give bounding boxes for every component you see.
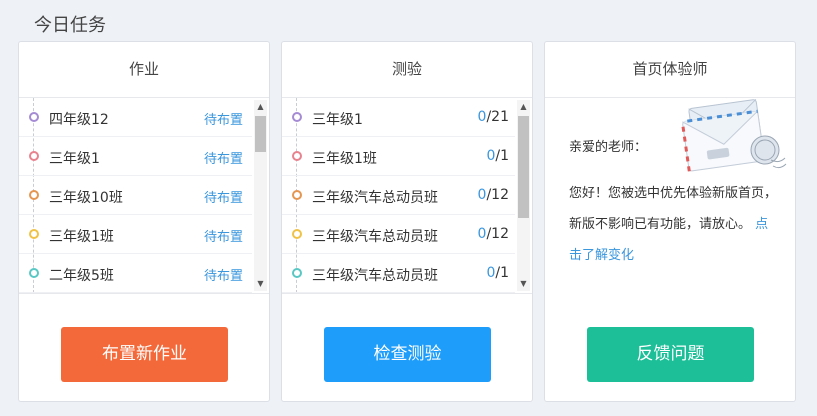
scroll-up-arrow-icon[interactable]: ▲ bbox=[254, 100, 267, 114]
timeline-dot-icon bbox=[29, 190, 39, 200]
class-name: 三年级汽车总动员班 bbox=[312, 190, 438, 206]
quiz-scroll-thumb[interactable] bbox=[518, 116, 529, 218]
notice-message: 您好！您被选中优先体验新版首页，新版不影响已有功能，请放心。 点击了解变化 bbox=[569, 178, 777, 271]
page-title: 今日任务 bbox=[34, 15, 106, 36]
assign-homework-button[interactable]: 布置新作业 bbox=[61, 327, 228, 382]
timeline-dot-icon bbox=[292, 229, 302, 239]
class-name: 三年级1班 bbox=[49, 229, 114, 245]
check-quiz-button[interactable]: 检查测验 bbox=[324, 327, 491, 382]
quiz-list-item[interactable]: 三年级1班 0/1 bbox=[282, 137, 515, 176]
quiz-progress: 0/1 bbox=[486, 265, 509, 281]
assign-status-link[interactable]: 待布置 bbox=[204, 226, 243, 245]
envelope-icon bbox=[680, 98, 787, 172]
class-name: 三年级汽车总动员班 bbox=[312, 268, 438, 284]
timeline-dot-icon bbox=[292, 190, 302, 200]
assign-status-link[interactable]: 待布置 bbox=[204, 148, 243, 167]
timeline-dot-icon bbox=[29, 229, 39, 239]
quiz-list[interactable]: 三年级1 0/21 三年级1班 0/1 三年级汽车总动员班 0/12 三年级汽车… bbox=[282, 98, 532, 294]
quiz-list-item[interactable]: 三年级汽车总动员班 0/12 bbox=[282, 215, 515, 254]
homework-list-item[interactable]: 二年级5班 待布置 bbox=[19, 254, 252, 293]
quiz-card-title: 测验 bbox=[282, 42, 532, 98]
homework-card-title: 作业 bbox=[19, 42, 269, 98]
timeline-dot-icon bbox=[29, 112, 39, 122]
homework-list-item[interactable]: 三年级1 待布置 bbox=[19, 137, 252, 176]
homework-scroll-thumb[interactable] bbox=[255, 116, 266, 152]
greeting-text: 亲爱的老师： bbox=[569, 140, 648, 155]
class-name: 二年级5班 bbox=[49, 268, 114, 284]
assign-status-link[interactable]: 待布置 bbox=[204, 187, 243, 206]
scroll-down-arrow-icon[interactable]: ▼ bbox=[517, 277, 530, 291]
timeline-dot-icon bbox=[292, 268, 302, 278]
quiz-progress: 0/12 bbox=[478, 187, 509, 203]
quiz-total-count: /12 bbox=[486, 226, 509, 242]
quiz-progress: 0/21 bbox=[478, 109, 509, 125]
homework-card: 作业 四年级12 待布置 三年级1 待布置 三年级10班 待布置 三年级1班 待… bbox=[18, 41, 270, 402]
class-name: 四年级12 bbox=[49, 112, 109, 128]
homework-list-item[interactable]: 四年级12 待布置 bbox=[19, 98, 252, 137]
assign-status-link[interactable]: 待布置 bbox=[204, 265, 243, 284]
timeline-dot-icon bbox=[292, 112, 302, 122]
quiz-total-count: /12 bbox=[486, 187, 509, 203]
quiz-card: 测验 三年级1 0/21 三年级1班 0/1 三年级汽车总动员班 0/12 三年… bbox=[281, 41, 533, 402]
quiz-list-item[interactable]: 三年级汽车总动员班 0/12 bbox=[282, 176, 515, 215]
homework-list-item[interactable]: 三年级1班 待布置 bbox=[19, 215, 252, 254]
class-name: 三年级10班 bbox=[49, 190, 123, 206]
quiz-list-item[interactable]: 三年级汽车总动员班 0/1 bbox=[282, 254, 515, 293]
scroll-down-arrow-icon[interactable]: ▼ bbox=[254, 277, 267, 291]
class-name: 三年级汽车总动员班 bbox=[312, 229, 438, 245]
feedback-button[interactable]: 反馈问题 bbox=[587, 327, 754, 382]
experience-card: 首页体验师 亲爱的老师： 您好！您被选中优先体验新版首页，新版不影响已有功能，请… bbox=[544, 41, 796, 402]
homework-list[interactable]: 四年级12 待布置 三年级1 待布置 三年级10班 待布置 三年级1班 待布置 … bbox=[19, 98, 269, 294]
notice-text: 您好！您被选中优先体验新版首页，新版不影响已有功能，请放心。 bbox=[569, 186, 778, 232]
quiz-progress: 0/12 bbox=[478, 226, 509, 242]
quiz-progress: 0/1 bbox=[486, 148, 509, 164]
homework-scrollbar[interactable]: ▲ ▼ bbox=[254, 100, 267, 291]
timeline-dot-icon bbox=[29, 151, 39, 161]
class-name: 三年级1班 bbox=[312, 151, 377, 167]
quiz-total-count: /1 bbox=[495, 265, 509, 281]
quiz-scrollbar[interactable]: ▲ ▼ bbox=[517, 100, 530, 291]
homework-list-item[interactable]: 三年级10班 待布置 bbox=[19, 176, 252, 215]
assign-status-link[interactable]: 待布置 bbox=[204, 109, 243, 128]
quiz-total-count: /1 bbox=[495, 148, 509, 164]
timeline-dot-icon bbox=[29, 268, 39, 278]
class-name: 三年级1 bbox=[49, 151, 100, 167]
timeline-dot-icon bbox=[292, 151, 302, 161]
scroll-up-arrow-icon[interactable]: ▲ bbox=[517, 100, 530, 114]
quiz-list-item[interactable]: 三年级1 0/21 bbox=[282, 98, 515, 137]
quiz-total-count: /21 bbox=[486, 109, 509, 125]
class-name: 三年级1 bbox=[312, 112, 363, 128]
